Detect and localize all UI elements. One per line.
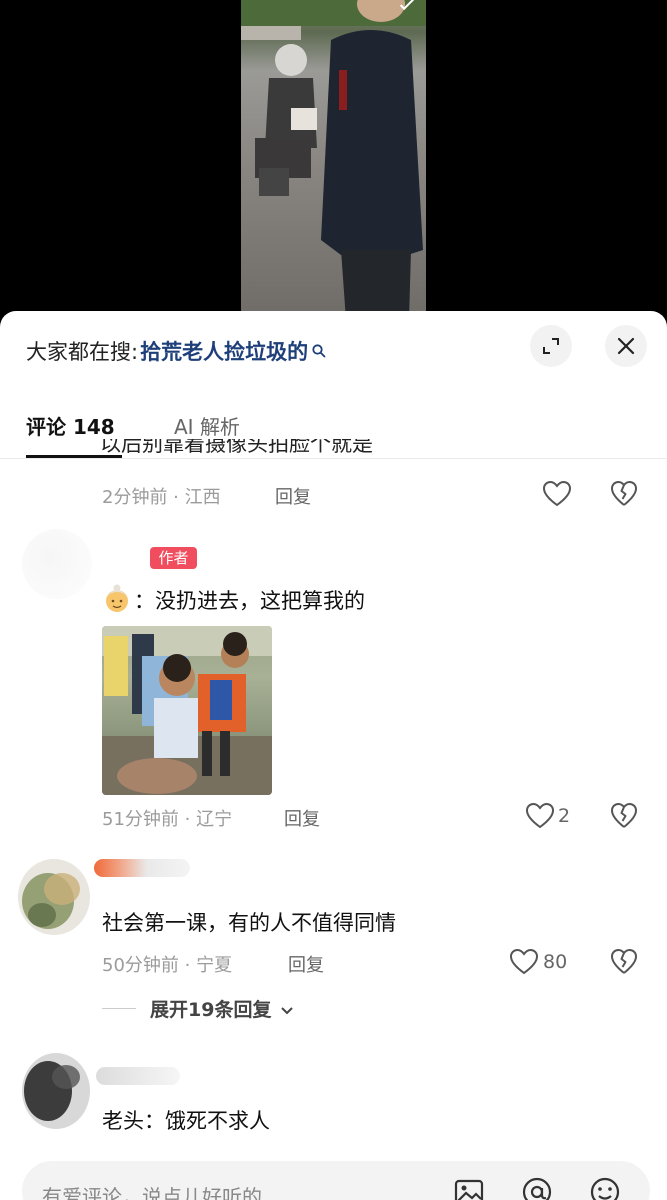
avatar[interactable] xyxy=(22,529,92,599)
search-term-link[interactable]: 拾荒老人捡垃圾的 xyxy=(140,336,308,366)
close-icon xyxy=(617,337,635,355)
username-blurred[interactable] xyxy=(94,859,190,877)
comment-sheet: 大家都在搜: 拾荒老人捡垃圾的 评论 148 AI 解析 以后别靠着摄像头拍脸个… xyxy=(0,311,667,1200)
author-badge: 作者 xyxy=(150,547,197,569)
chevron-down-icon xyxy=(281,1007,293,1015)
comment-meta: 50分钟前 · 宁夏 xyxy=(102,955,233,976)
dislike-broken-heart-icon[interactable] xyxy=(610,802,638,830)
emoji-icon[interactable] xyxy=(588,1175,622,1200)
avatar[interactable] xyxy=(12,853,94,941)
reply-button[interactable]: 回复 xyxy=(275,483,311,509)
reply-button[interactable]: 回复 xyxy=(284,805,320,831)
tab-ai-analysis[interactable]: AI 解析 xyxy=(174,411,240,440)
username-blurred[interactable] xyxy=(96,1067,180,1085)
search-icon xyxy=(312,344,326,358)
tab-comments[interactable]: 评论 148 xyxy=(26,411,115,440)
dislike-broken-heart-icon[interactable] xyxy=(610,948,638,976)
comment-text: 以后别靠着摄像头拍脸个就是 xyxy=(100,439,373,456)
mention-at-icon[interactable] xyxy=(520,1175,554,1200)
like-heart-icon[interactable] xyxy=(525,802,555,830)
comment-sticker-image[interactable] xyxy=(102,626,272,795)
like-heart-icon[interactable] xyxy=(542,480,572,508)
comment-text: 社会第一课，有的人不值得同情 xyxy=(102,911,396,935)
expand-divider xyxy=(102,1008,136,1009)
fullscreen-button[interactable] xyxy=(530,325,572,367)
video-man xyxy=(321,0,423,320)
video-frame xyxy=(241,0,426,320)
like-count: 2 xyxy=(558,805,571,827)
search-prefix: 大家都在搜: xyxy=(26,340,139,364)
sticker-kids-image xyxy=(102,626,272,795)
comment-input-placeholder: 有爱评论，说点儿好听的 xyxy=(42,1185,262,1200)
close-button[interactable] xyxy=(605,325,647,367)
video-player[interactable] xyxy=(0,0,667,330)
comment-input[interactable]: 有爱评论，说点儿好听的 xyxy=(22,1161,650,1200)
comment-meta: 2分钟前 · 江西 xyxy=(102,487,221,508)
tab-divider-mask xyxy=(0,460,667,464)
avatar[interactable] xyxy=(14,1047,94,1135)
old-woman-emoji-icon xyxy=(106,584,128,612)
expand-replies-button[interactable]: 展开19条回复 xyxy=(150,995,294,1022)
comment-meta: 51分钟前 · 辽宁 xyxy=(102,809,233,830)
like-count: 80 xyxy=(543,951,568,973)
comment-text: 老头：饿死不求人 xyxy=(102,1109,270,1133)
expand-replies-label: 展开19条回复 xyxy=(150,999,272,1021)
search-suggestion[interactable]: 大家都在搜: 拾荒老人捡垃圾的 xyxy=(26,335,327,367)
like-heart-icon[interactable] xyxy=(509,948,539,976)
comment-text: ：没扔进去，这把算我的 xyxy=(134,589,365,613)
dislike-broken-heart-icon[interactable] xyxy=(610,480,638,508)
image-icon[interactable] xyxy=(452,1175,486,1200)
expand-icon xyxy=(543,338,559,354)
reply-button[interactable]: 回复 xyxy=(288,951,324,977)
